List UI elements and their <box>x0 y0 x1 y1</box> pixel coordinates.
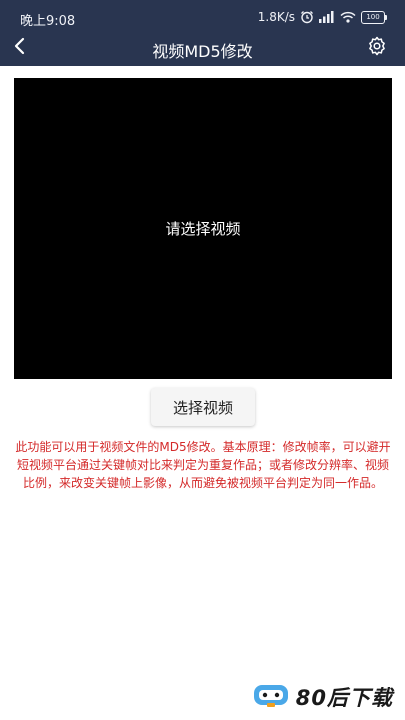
nav-bar: 视频MD5修改 <box>0 34 405 64</box>
gear-icon <box>367 36 387 60</box>
watermark-logo-icon <box>252 681 290 713</box>
page-title: 视频MD5修改 <box>152 42 253 61</box>
video-preview-area[interactable]: 请选择视频 <box>14 78 392 379</box>
preview-placeholder: 请选择视频 <box>165 220 241 238</box>
status-bar: 晚上9:08 1.8K/s 100 <box>0 0 405 34</box>
alarm-icon <box>300 10 314 24</box>
feature-description: 此功能可以用于视频文件的MD5修改。基本原理：修改帧率，可以避开短视频平台通过关… <box>15 440 391 490</box>
network-speed: 1.8K/s <box>257 10 295 24</box>
watermark-text: 80后下载 <box>295 686 393 710</box>
settings-button[interactable] <box>365 36 389 60</box>
signal-icon <box>319 11 335 23</box>
status-time: 晚上9:08 <box>20 14 76 29</box>
watermark: 80后下载 <box>252 682 393 712</box>
app-header: 晚上9:08 1.8K/s 100 视频MD5修改 <box>0 0 405 66</box>
battery-icon: 100 <box>361 10 387 24</box>
select-video-button[interactable]: 选择视频 <box>151 388 255 426</box>
status-indicators: 1.8K/s 100 <box>257 9 387 25</box>
wifi-icon <box>340 11 356 23</box>
